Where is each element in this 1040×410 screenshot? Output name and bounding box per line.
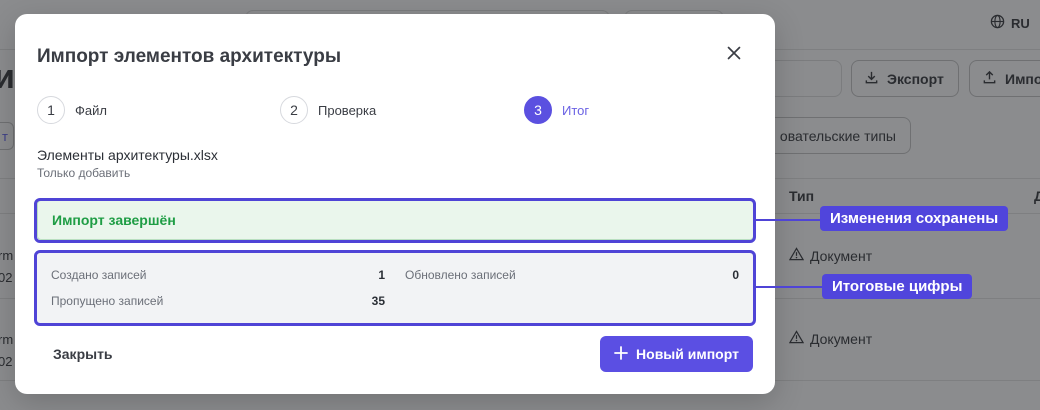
row-type: Документ	[810, 247, 873, 264]
highlight-stats	[34, 250, 756, 326]
new-import-label: Новый импорт	[636, 346, 739, 362]
file-name: Элементы архитектуры.xlsx	[37, 147, 218, 163]
export-label: Экспорт	[887, 70, 944, 87]
import-label: Импо	[1005, 70, 1040, 87]
export-button[interactable]: Экспорт	[851, 60, 959, 97]
close-link-button[interactable]: Закрыть	[53, 346, 113, 362]
upload-icon	[982, 70, 997, 88]
step-label: Проверка	[318, 102, 377, 118]
highlight-success	[34, 198, 756, 243]
warning-icon	[788, 247, 805, 264]
annotation-totals: Итоговые цифры	[822, 274, 973, 299]
plus-icon	[614, 345, 628, 363]
warning-icon	[788, 330, 805, 347]
annotation-connector	[756, 219, 822, 221]
row-edge-text: 02	[0, 270, 13, 285]
step-file: 1 Файл	[37, 96, 107, 124]
import-button[interactable]: Импо	[969, 60, 1040, 97]
step-label: Итог	[562, 102, 590, 118]
step-number: 1	[37, 96, 65, 124]
step-label: Файл	[75, 102, 107, 118]
step-number: 3	[524, 96, 552, 124]
table-row[interactable]: Документ	[788, 330, 873, 347]
language-switcher[interactable]: RU	[990, 14, 1030, 32]
language-code: RU	[1011, 15, 1030, 31]
step-number: 2	[280, 96, 308, 124]
custom-types-button[interactable]: овательские типы	[760, 117, 911, 154]
table-row[interactable]: Документ	[788, 247, 873, 264]
dialog-title: Импорт элементов архитектуры	[37, 46, 342, 67]
globe-icon	[990, 14, 1005, 32]
close-button[interactable]	[723, 44, 745, 66]
annotation-connector	[756, 286, 822, 288]
step-result: 3 Итог	[524, 96, 589, 124]
step-check: 2 Проверка	[280, 96, 376, 124]
column-header-type[interactable]: Тип	[789, 188, 814, 204]
row-type: Документ	[810, 330, 873, 347]
close-icon	[727, 46, 741, 65]
import-mode: Только добавить	[37, 166, 131, 180]
row-edge-text: rm	[0, 332, 14, 347]
new-import-button[interactable]: Новый импорт	[600, 336, 753, 372]
row-edge-text: rm	[0, 248, 14, 263]
download-icon	[864, 70, 879, 88]
row-edge-text: 02	[0, 354, 13, 369]
column-header-next[interactable]: Д	[1034, 188, 1040, 204]
annotation-saved: Изменения сохранены	[820, 206, 1009, 231]
tab-edge[interactable]: т	[0, 122, 14, 150]
